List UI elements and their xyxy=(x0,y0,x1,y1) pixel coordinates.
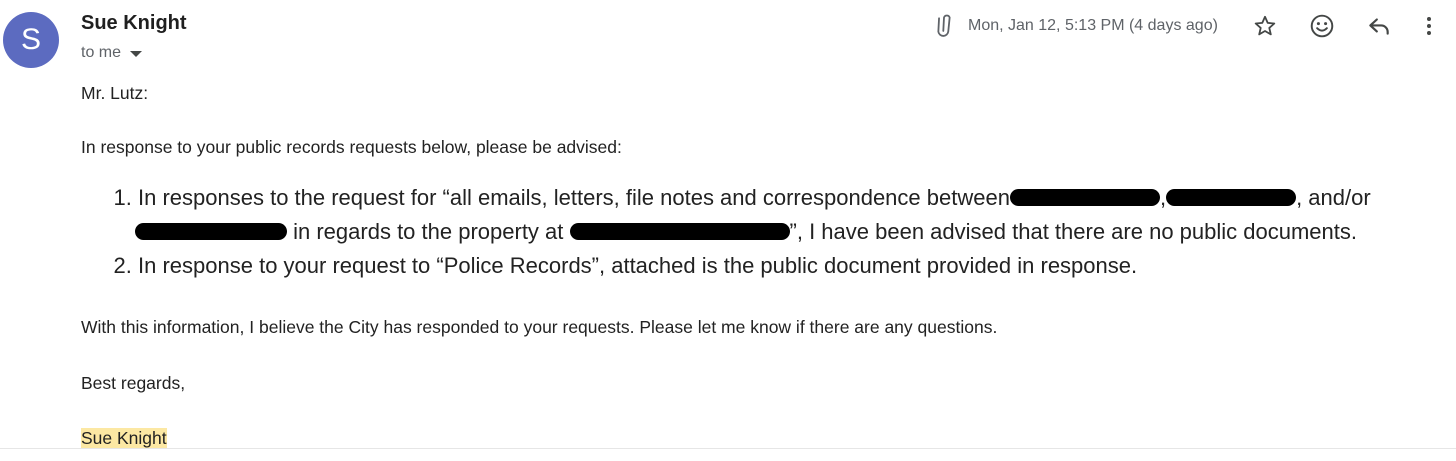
list-item: In response to your request to “Police R… xyxy=(138,249,1451,283)
reply-button[interactable] xyxy=(1360,10,1398,42)
list-item-text: in regards to the property at xyxy=(293,219,564,244)
add-reaction-button[interactable] xyxy=(1303,10,1341,42)
smiley-icon xyxy=(1310,14,1334,38)
redaction-mark xyxy=(1009,189,1160,206)
sender-name[interactable]: Sue Knight xyxy=(81,12,187,35)
paperclip-icon xyxy=(937,14,951,37)
list-item-text: In response to your request to “Police R… xyxy=(138,253,1138,278)
message-actions xyxy=(1246,10,1441,42)
more-options-button[interactable] xyxy=(1417,10,1441,42)
recipient-details[interactable]: to me xyxy=(81,44,143,62)
closing-paragraph: With this information, I believe the Cit… xyxy=(81,317,998,337)
signature: Sue Knight xyxy=(81,427,1451,449)
list-item-text: and/or xyxy=(1308,185,1371,210)
salutation: Mr. Lutz: xyxy=(81,83,149,103)
response-list: In responses to the request for “all ema… xyxy=(81,181,1451,283)
list-item-text: In responses to the request for “all ema… xyxy=(138,185,1010,210)
reply-icon xyxy=(1369,18,1389,35)
redaction-mark xyxy=(569,223,790,240)
list-item: In responses to the request for “all ema… xyxy=(135,181,1451,249)
message-meta: Mon, Jan 12, 5:13 PM (4 days ago) xyxy=(930,12,1218,40)
more-vert-icon xyxy=(1427,17,1431,35)
star-icon xyxy=(1254,15,1276,36)
list-item-text: ”, I have been advised that there are no… xyxy=(789,219,1357,244)
chevron-down-icon[interactable] xyxy=(130,51,143,57)
signature-text: Sue Knight xyxy=(81,428,167,448)
message-body: Mr. Lutz: In response to your public rec… xyxy=(81,82,1451,449)
avatar[interactable]: S xyxy=(3,12,59,68)
star-button[interactable] xyxy=(1246,10,1284,42)
recipient-label: to me xyxy=(81,44,122,61)
redaction-mark xyxy=(1166,189,1297,206)
message-date[interactable]: Mon, Jan 12, 5:13 PM (4 days ago) xyxy=(968,17,1218,35)
intro-paragraph: In response to your public records reque… xyxy=(81,137,622,157)
regards-line: Best regards, xyxy=(81,373,186,393)
redaction-mark xyxy=(135,223,287,240)
divider xyxy=(0,448,1456,449)
